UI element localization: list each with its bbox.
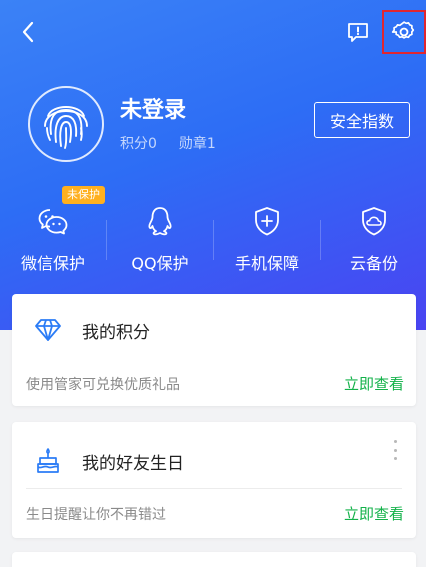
- quick-action-label: 云备份: [349, 254, 398, 273]
- safety-index-button[interactable]: 安全指数: [314, 102, 410, 138]
- medal-count: 勋章1: [178, 136, 216, 152]
- fingerprint-icon: [44, 106, 88, 149]
- birthday-cake-icon: [34, 446, 62, 474]
- view-now-link[interactable]: 立即查看: [344, 503, 404, 524]
- back-button[interactable]: [14, 18, 42, 46]
- view-now-link[interactable]: 立即查看: [344, 373, 404, 394]
- more-options-icon[interactable]: [390, 440, 400, 460]
- quick-action-label: QQ保护: [131, 254, 189, 273]
- feedback-icon: [348, 23, 368, 42]
- points-count: 积分0: [120, 136, 157, 152]
- quick-action-cloud-backup[interactable]: 云备份: [321, 186, 426, 286]
- qq-icon: [145, 206, 175, 236]
- top-bar: [0, 0, 426, 64]
- quick-action-phone-protection[interactable]: 手机保障: [214, 186, 320, 286]
- avatar[interactable]: [28, 86, 104, 162]
- settings-button[interactable]: [382, 10, 426, 54]
- unprotected-badge: 未保护: [62, 186, 105, 204]
- user-stats: 积分0 勋章1: [120, 133, 216, 153]
- shield-plus-icon: [252, 206, 282, 236]
- quick-action-label: 手机保障: [234, 254, 299, 273]
- feedback-button[interactable]: [344, 18, 372, 46]
- card-title: 我的好友生日: [82, 454, 184, 474]
- diamond-icon: [34, 316, 62, 344]
- username[interactable]: 未登录: [120, 92, 186, 124]
- card-description: 使用管家可兑换优质礼品: [26, 377, 180, 393]
- back-chevron-icon: [22, 21, 34, 43]
- quick-action-label: 微信保护: [20, 254, 85, 273]
- card-description: 生日提醒让你不再错过: [26, 507, 166, 523]
- wechat-icon: [38, 206, 68, 236]
- points-card[interactable]: 我的积分 使用管家可兑换优质礼品 立即查看: [12, 294, 416, 406]
- friend-birthday-card[interactable]: 我的好友生日 生日提醒让你不再错过 立即查看: [12, 422, 416, 538]
- card-title: 我的积分: [82, 323, 150, 343]
- next-card[interactable]: [12, 552, 416, 567]
- settings-gear-icon: [391, 21, 415, 39]
- divider: [26, 488, 402, 489]
- cloud-backup-icon: [359, 206, 389, 236]
- quick-actions: 未保护 微信保护 QQ保护 手机保障 云备份: [0, 186, 426, 286]
- quick-action-qq[interactable]: QQ保护: [107, 186, 213, 286]
- quick-action-wechat[interactable]: 未保护 微信保护: [0, 186, 106, 286]
